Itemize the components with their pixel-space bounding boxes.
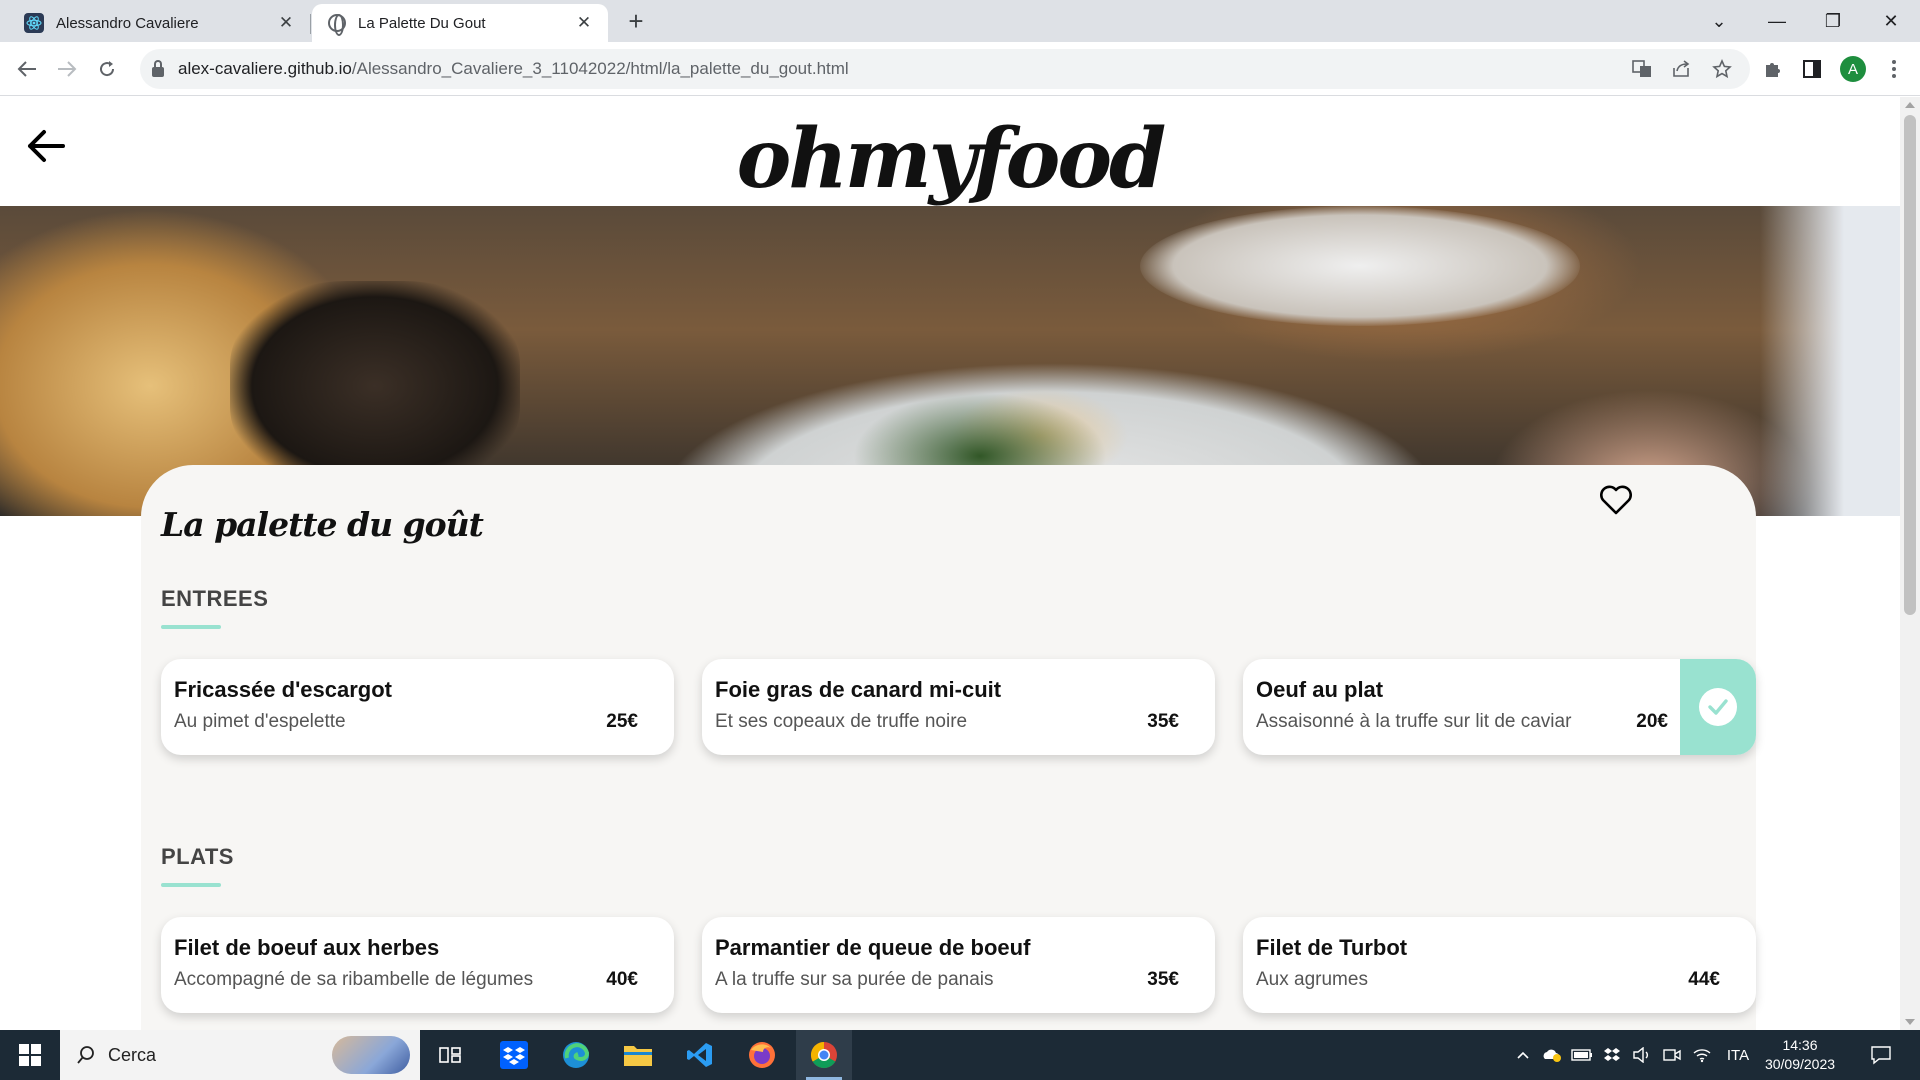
url-host: alex-cavaliere.github.io	[178, 59, 352, 78]
tab-title: Alessandro Cavaliere	[56, 14, 199, 32]
dish-price: 40€	[606, 969, 638, 990]
section-underline	[161, 625, 221, 629]
hero-basket-shape	[230, 281, 520, 491]
dish-description: Aux agrumes	[1256, 969, 1368, 990]
url-text: alex-cavaliere.github.io/Alessandro_Cava…	[178, 59, 849, 79]
close-window-button[interactable]: ✕	[1866, 0, 1916, 42]
tab-separator	[310, 14, 311, 34]
clock-time: 14:36	[1782, 1037, 1818, 1053]
site-logo[interactable]: ohmyfood	[0, 111, 1900, 207]
task-view-icon[interactable]	[422, 1030, 478, 1080]
page-viewport: ohmyfood La palette du goût ENTREES Fric…	[0, 97, 1900, 1030]
section-underline	[161, 883, 221, 887]
search-icon	[77, 1046, 94, 1064]
scroll-down-icon[interactable]	[1905, 1019, 1915, 1025]
react-favicon-icon	[24, 13, 44, 33]
globe-favicon-icon	[328, 14, 346, 36]
dish-description: Et ses copeaux de truffe noire	[715, 711, 968, 732]
address-bar[interactable]: alex-cavaliere.github.io/Alessandro_Cava…	[140, 49, 1750, 89]
tray-chevron-icon[interactable]	[1510, 1030, 1536, 1080]
hero-window-shape	[1760, 206, 1900, 516]
tab-close-icon[interactable]: ✕	[276, 13, 296, 33]
dish-price: 44€	[1688, 969, 1720, 990]
side-panel-icon[interactable]	[1798, 55, 1826, 83]
selected-indicator	[1680, 659, 1756, 755]
restaurant-title: La palette du goût	[161, 505, 484, 544]
restaurant-menu-card: La palette du goût ENTREES Fricassée d'e…	[141, 465, 1756, 1030]
dish-price: 35€	[1147, 711, 1179, 732]
firefox-app-icon[interactable]	[734, 1030, 790, 1080]
dish-name: Fricassée d'escargot	[174, 677, 393, 702]
windows-taskbar: Cerca ITA 14:36 30/09/2023	[0, 1030, 1920, 1080]
meet-now-icon[interactable]	[1658, 1030, 1686, 1080]
forward-nav-icon[interactable]	[52, 54, 82, 84]
dish-card[interactable]: Parmantier de queue de boeuf A la truffe…	[702, 917, 1215, 1013]
kebab-menu-icon[interactable]	[1880, 55, 1908, 83]
dish-name: Parmantier de queue de boeuf	[715, 935, 1031, 960]
tab-search-dropdown-icon[interactable]: ⌄	[1694, 0, 1744, 42]
dish-description: Accompagné de sa ribambelle de légumes	[174, 969, 534, 990]
section-title-plats: PLATS	[161, 844, 234, 869]
bookmark-star-icon[interactable]	[1710, 57, 1734, 81]
onedrive-warning-icon[interactable]	[1538, 1030, 1566, 1080]
share-icon[interactable]	[1670, 57, 1694, 81]
dish-price: 35€	[1147, 969, 1179, 990]
tab-title: La Palette Du Gout	[358, 14, 486, 32]
dish-name: Filet de boeuf aux herbes	[174, 935, 440, 960]
browser-tab-bar: Alessandro Cavaliere ✕ La Palette Du Gou…	[0, 0, 1920, 42]
dish-description: Au pimet d'espelette	[174, 711, 346, 732]
page-scrollbar[interactable]	[1900, 97, 1920, 1030]
hero-plate-shape	[1140, 206, 1580, 326]
dish-description: A la truffe sur sa purée de panais	[715, 969, 994, 990]
minimize-button[interactable]: —	[1752, 0, 1802, 42]
section-title-entrees: ENTREES	[161, 586, 269, 611]
volume-icon[interactable]	[1628, 1030, 1656, 1080]
back-nav-icon[interactable]	[12, 54, 42, 84]
battery-icon[interactable]	[1568, 1030, 1596, 1080]
language-indicator[interactable]: ITA	[1720, 1030, 1756, 1080]
scroll-up-icon[interactable]	[1905, 102, 1915, 108]
edge-app-icon[interactable]	[548, 1030, 604, 1080]
dish-price: 20€	[1636, 711, 1668, 732]
windows-start-icon[interactable]	[0, 1030, 60, 1080]
dish-name: Foie gras de canard mi-cuit	[715, 677, 1002, 702]
file-explorer-icon[interactable]	[610, 1030, 666, 1080]
dish-card[interactable]: Filet de boeuf aux herbes Accompagné de …	[161, 917, 674, 1013]
extensions-icon[interactable]	[1758, 55, 1786, 83]
taskbar-search-box[interactable]: Cerca	[60, 1030, 420, 1080]
tab-la-palette-du-gout[interactable]: La Palette Du Gout ✕	[312, 4, 608, 42]
tab-close-icon[interactable]: ✕	[574, 13, 594, 33]
dish-card[interactable]: Filet de Turbot Aux agrumes 44€	[1243, 917, 1756, 1013]
browser-toolbar: alex-cavaliere.github.io/Alessandro_Cava…	[0, 42, 1920, 96]
dish-description: Assaisonné à la truffe sur lit de caviar	[1256, 711, 1572, 732]
dropbox-app-icon[interactable]	[486, 1030, 542, 1080]
reload-icon[interactable]	[92, 54, 122, 84]
check-icon	[1699, 688, 1737, 726]
notifications-icon[interactable]	[1862, 1030, 1900, 1080]
tab-alessandro-cavaliere[interactable]: Alessandro Cavaliere ✕	[8, 4, 310, 42]
url-path: /Alessandro_Cavaliere_3_11042022/html/la…	[351, 59, 849, 78]
dish-name: Oeuf au plat	[1256, 677, 1384, 702]
heart-favorite-icon[interactable]	[1599, 485, 1635, 517]
search-placeholder: Cerca	[108, 1044, 157, 1065]
taskbar-clock[interactable]: 14:36 30/09/2023	[1755, 1036, 1845, 1074]
chrome-app-icon[interactable]	[796, 1030, 852, 1080]
scrollbar-thumb[interactable]	[1904, 115, 1916, 615]
new-tab-button[interactable]: +	[622, 8, 650, 36]
dish-card-selected[interactable]: Oeuf au plat Assaisonné à la truffe sur …	[1243, 659, 1756, 755]
translate-icon[interactable]	[1630, 57, 1654, 81]
site-header: ohmyfood	[0, 97, 1900, 207]
dish-price: 25€	[606, 711, 638, 732]
dish-card[interactable]: Foie gras de canard mi-cuit Et ses copea…	[702, 659, 1215, 755]
search-highlight-image	[332, 1036, 410, 1074]
dish-name: Filet de Turbot	[1256, 935, 1408, 960]
wifi-icon[interactable]	[1688, 1030, 1716, 1080]
clock-date: 30/09/2023	[1764, 1056, 1836, 1072]
dropbox-tray-icon[interactable]	[1598, 1030, 1626, 1080]
restore-button[interactable]: ❐	[1808, 0, 1858, 42]
vscode-app-icon[interactable]	[672, 1030, 728, 1080]
profile-avatar[interactable]: A	[1840, 56, 1866, 82]
lock-icon	[152, 59, 164, 77]
dish-card[interactable]: Fricassée d'escargot Au pimet d'espelett…	[161, 659, 674, 755]
